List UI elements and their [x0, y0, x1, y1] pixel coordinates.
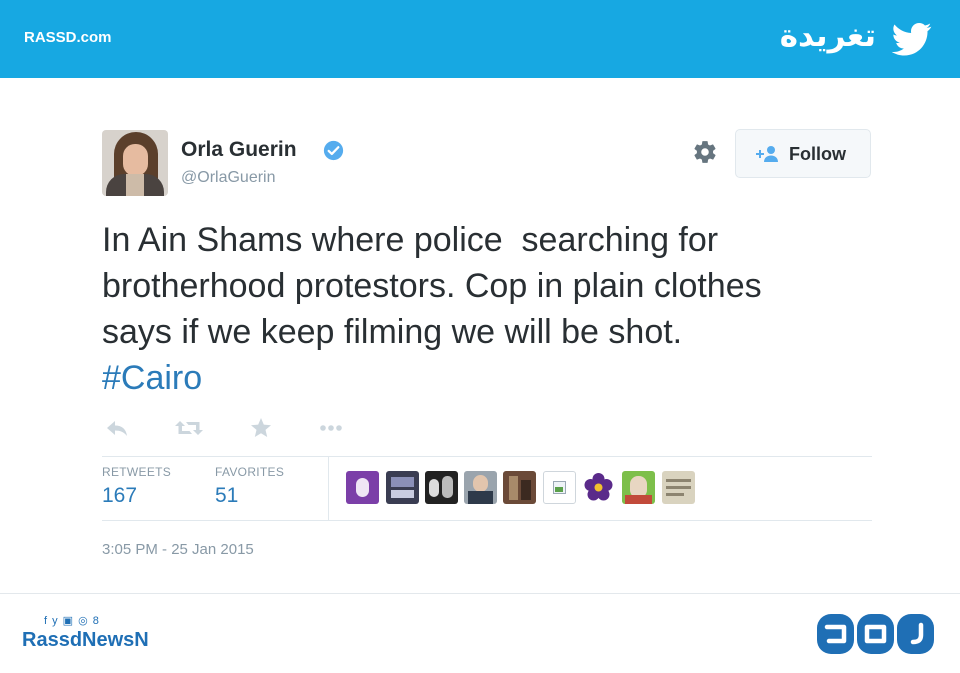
stats-divider-bottom: [102, 520, 872, 521]
tweet-text-line: In Ain Shams where police searching for: [102, 221, 719, 259]
retweet-icon[interactable]: [174, 415, 204, 441]
tweet-stats: RETWEETS 167 FAVORITES 51: [102, 457, 872, 520]
author-handle[interactable]: @OrlaGuerin: [181, 169, 276, 187]
tweet-text-line: says if we keep filming we will be shot.: [102, 313, 683, 351]
favoriter-avatar[interactable]: [622, 471, 655, 504]
favoriter-avatar[interactable]: [582, 471, 615, 504]
favorites-count[interactable]: 51: [215, 484, 238, 508]
site-name[interactable]: RASSD.com: [24, 29, 112, 46]
author-name[interactable]: Orla Guerin: [181, 138, 297, 162]
tweet-timestamp[interactable]: 3:05 PM - 25 Jan 2015: [102, 541, 254, 558]
social-icons-row[interactable]: f y ▣ ◎ 8: [44, 614, 100, 627]
tweet-actions: [102, 415, 362, 441]
avatar[interactable]: [102, 130, 168, 196]
more-icon[interactable]: [316, 415, 346, 441]
twitter-bird-icon: [891, 23, 932, 56]
favoriter-avatar[interactable]: [386, 471, 419, 504]
favoriter-avatar[interactable]: [346, 471, 379, 504]
follow-label: Follow: [789, 144, 846, 164]
gear-icon[interactable]: [692, 139, 718, 165]
tweet-text: In Ain Shams where police searching for …: [102, 217, 892, 355]
flower-icon: [584, 473, 613, 501]
banner-title: تغريدة: [779, 18, 876, 54]
tweet-text-line: brotherhood protestors. Cop in plain clo…: [102, 267, 762, 305]
favoriter-avatar[interactable]: [464, 471, 497, 504]
stats-vertical-divider: [328, 457, 329, 520]
footer-brand[interactable]: RassdNewsN: [22, 629, 149, 652]
verified-badge-icon: [323, 140, 344, 161]
rassd-logo-icon[interactable]: [817, 613, 934, 655]
add-user-icon: [756, 146, 778, 162]
favoriter-avatar[interactable]: [425, 471, 458, 504]
follow-button[interactable]: Follow: [735, 129, 871, 178]
top-banner: RASSD.com تغريدة: [0, 0, 960, 78]
favoriter-avatar[interactable]: [503, 471, 536, 504]
retweets-label: RETWEETS: [102, 465, 172, 479]
favoriter-avatar[interactable]: [662, 471, 695, 504]
hashtag-link[interactable]: #Cairo: [102, 355, 202, 401]
footer-divider: [0, 593, 960, 594]
favoriter-avatar[interactable]: [543, 471, 576, 504]
favorites-label: FAVORITES: [215, 465, 285, 479]
reply-icon[interactable]: [104, 415, 130, 441]
favorite-icon[interactable]: [248, 415, 274, 441]
retweets-count[interactable]: 167: [102, 484, 137, 508]
